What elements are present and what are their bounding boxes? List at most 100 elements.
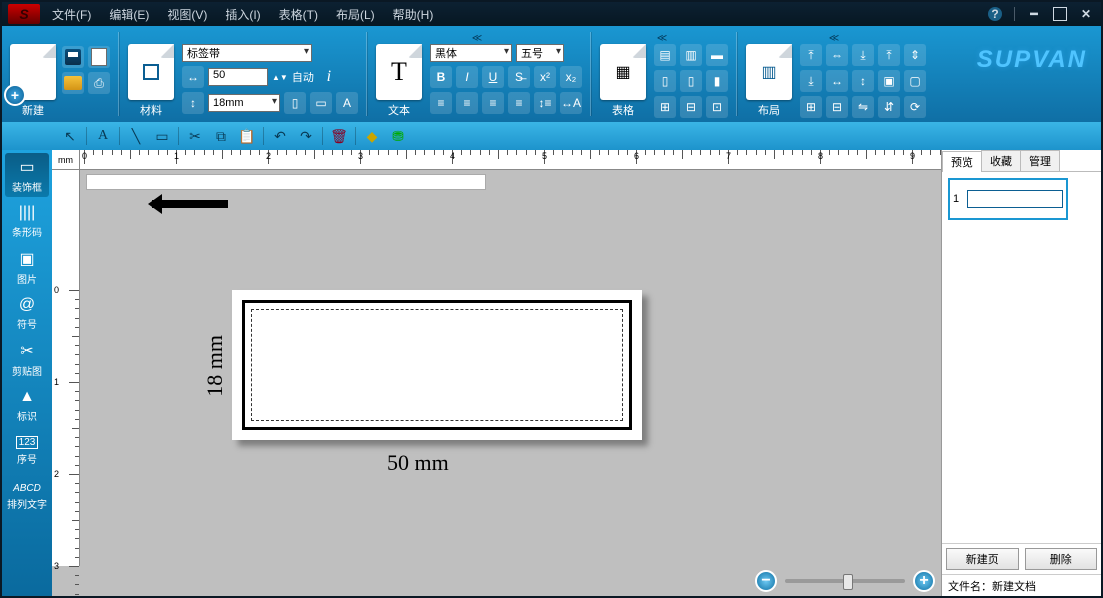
- tab-preview[interactable]: 预览: [942, 151, 982, 172]
- table-props-icon[interactable]: ⊡: [706, 96, 728, 118]
- delete-page-button[interactable]: 删除: [1025, 548, 1098, 570]
- menu-insert[interactable]: 插入(I): [225, 6, 260, 23]
- group-icon[interactable]: ⊞: [800, 96, 822, 118]
- menu-file[interactable]: 文件(F): [52, 6, 91, 23]
- italic-icon[interactable]: I: [456, 66, 478, 88]
- delete-row-icon[interactable]: ▬: [706, 44, 728, 66]
- align-c-icon[interactable]: ⇔: [826, 44, 848, 66]
- text-tool-icon[interactable]: A: [91, 125, 115, 147]
- new-page-button[interactable]: 新建页: [946, 548, 1019, 570]
- delete-col-icon[interactable]: ▮: [706, 70, 728, 92]
- auto-label[interactable]: 自动: [292, 69, 314, 85]
- text-tool-icon[interactable]: T: [376, 44, 422, 100]
- font-size-combo[interactable]: 五号: [516, 44, 564, 62]
- db-yellow-icon[interactable]: ◆: [360, 125, 384, 147]
- menu-view[interactable]: 视图(V): [167, 6, 207, 23]
- label-type-combo[interactable]: 标签带: [182, 44, 312, 62]
- canvas[interactable]: mm 0123456789 0123 18 mm 50 mm − +: [52, 150, 941, 596]
- subscript-icon[interactable]: x₂: [560, 66, 582, 88]
- zoom-in-icon[interactable]: +: [913, 570, 935, 592]
- menu-layout[interactable]: 布局(L): [336, 6, 375, 23]
- copy-icon[interactable]: ⧉: [209, 125, 233, 147]
- new-file-icon[interactable]: +: [10, 44, 56, 100]
- align-b-icon[interactable]: ⤓: [800, 70, 822, 92]
- vtool-symbol[interactable]: @符号: [5, 291, 49, 335]
- minimize-icon[interactable]: ━: [1027, 7, 1041, 21]
- align-justify-icon[interactable]: ≡: [508, 92, 530, 114]
- underline-icon[interactable]: U: [482, 66, 504, 88]
- menu-edit[interactable]: 编辑(E): [109, 6, 149, 23]
- redo-icon[interactable]: ↷: [294, 125, 318, 147]
- label-canvas[interactable]: [232, 290, 642, 440]
- page-thumbnail[interactable]: 1: [948, 178, 1068, 220]
- material-icon[interactable]: [128, 44, 174, 100]
- tab-favorites[interactable]: 收藏: [981, 150, 1021, 171]
- pointer-tool-icon[interactable]: ↖: [58, 125, 82, 147]
- vtool-serial[interactable]: 123序号: [5, 429, 49, 473]
- collapse-icon[interactable]: ≪: [472, 33, 482, 44]
- strike-icon[interactable]: S̶: [508, 66, 530, 88]
- vtool-arrange-text[interactable]: ABCD排列文字: [5, 475, 49, 519]
- table-icon[interactable]: ▦: [600, 44, 646, 100]
- bring-front-icon[interactable]: ▣: [878, 70, 900, 92]
- cut-icon[interactable]: ✂: [183, 125, 207, 147]
- align-m-icon[interactable]: ⇕: [904, 44, 926, 66]
- delete-icon[interactable]: 🗑: [327, 125, 351, 147]
- menu-table[interactable]: 表格(T): [279, 6, 318, 23]
- doc-icon[interactable]: [88, 46, 110, 68]
- db-green-icon[interactable]: ⛃: [386, 125, 410, 147]
- layout-icon[interactable]: ▥: [746, 44, 792, 100]
- rect-tool-icon[interactable]: ▭: [150, 125, 174, 147]
- align-center-icon[interactable]: ≡: [456, 92, 478, 114]
- collapse-icon[interactable]: ≪: [657, 33, 667, 44]
- menu-help[interactable]: 帮助(H): [393, 6, 434, 23]
- tab-manage[interactable]: 管理: [1020, 150, 1060, 171]
- insert-row-above-icon[interactable]: ▤: [654, 44, 676, 66]
- align-right-icon[interactable]: ≡: [482, 92, 504, 114]
- merge-cells-icon[interactable]: ⊞: [654, 96, 676, 118]
- insert-row-below-icon[interactable]: ▥: [680, 44, 702, 66]
- align-left-icon[interactable]: ≡: [430, 92, 452, 114]
- rotate-a-icon[interactable]: A: [336, 92, 358, 114]
- flip-h-icon[interactable]: ⇋: [852, 96, 874, 118]
- maximize-icon[interactable]: [1053, 7, 1067, 21]
- dist-h-icon[interactable]: ↔: [826, 70, 848, 92]
- align-r-icon[interactable]: ⤓: [852, 44, 874, 66]
- vtool-barcode[interactable]: ||||条形码: [5, 199, 49, 243]
- close-icon[interactable]: ✕: [1079, 7, 1093, 21]
- bold-icon[interactable]: B: [430, 66, 452, 88]
- align-l-icon[interactable]: ⤒: [800, 44, 822, 66]
- ungroup-icon[interactable]: ⊟: [826, 96, 848, 118]
- collapse-icon[interactable]: ≪: [829, 33, 839, 44]
- send-back-icon[interactable]: ▢: [904, 70, 926, 92]
- zoom-slider[interactable]: [785, 579, 905, 583]
- paste-icon[interactable]: 📋: [235, 125, 259, 147]
- font-name-combo[interactable]: 黑体: [430, 44, 512, 62]
- label-width-input[interactable]: 50: [208, 68, 268, 86]
- superscript-icon[interactable]: x²: [534, 66, 556, 88]
- orient-portrait-icon[interactable]: ▯: [284, 92, 306, 114]
- linespacing-icon[interactable]: ↕≡: [534, 92, 556, 114]
- save-icon[interactable]: [62, 46, 84, 68]
- vtool-sign[interactable]: ▲标识: [5, 383, 49, 427]
- rotate-icon[interactable]: ⟳: [904, 96, 926, 118]
- flip-v-icon[interactable]: ⇵: [878, 96, 900, 118]
- charspacing-icon[interactable]: ↔A: [560, 92, 582, 114]
- help-icon[interactable]: ?: [988, 7, 1002, 21]
- align-t-icon[interactable]: ⤒: [878, 44, 900, 66]
- line-tool-icon[interactable]: ╲: [124, 125, 148, 147]
- zoom-out-icon[interactable]: −: [755, 570, 777, 592]
- vtool-frame[interactable]: ▭装饰框: [5, 153, 49, 197]
- insert-col-left-icon[interactable]: ▯: [654, 70, 676, 92]
- insert-col-right-icon[interactable]: ▯: [680, 70, 702, 92]
- undo-icon[interactable]: ↶: [268, 125, 292, 147]
- orient-landscape-icon[interactable]: ▭: [310, 92, 332, 114]
- label-frame-outer[interactable]: [242, 300, 632, 430]
- info-icon[interactable]: i: [318, 66, 340, 88]
- vtool-clipart[interactable]: ✂剪贴图: [5, 337, 49, 381]
- split-cells-icon[interactable]: ⊟: [680, 96, 702, 118]
- print-icon[interactable]: ⎙: [88, 72, 110, 94]
- dist-v-icon[interactable]: ↕: [852, 70, 874, 92]
- open-folder-icon[interactable]: [62, 72, 84, 94]
- vtool-image[interactable]: ▣图片: [5, 245, 49, 289]
